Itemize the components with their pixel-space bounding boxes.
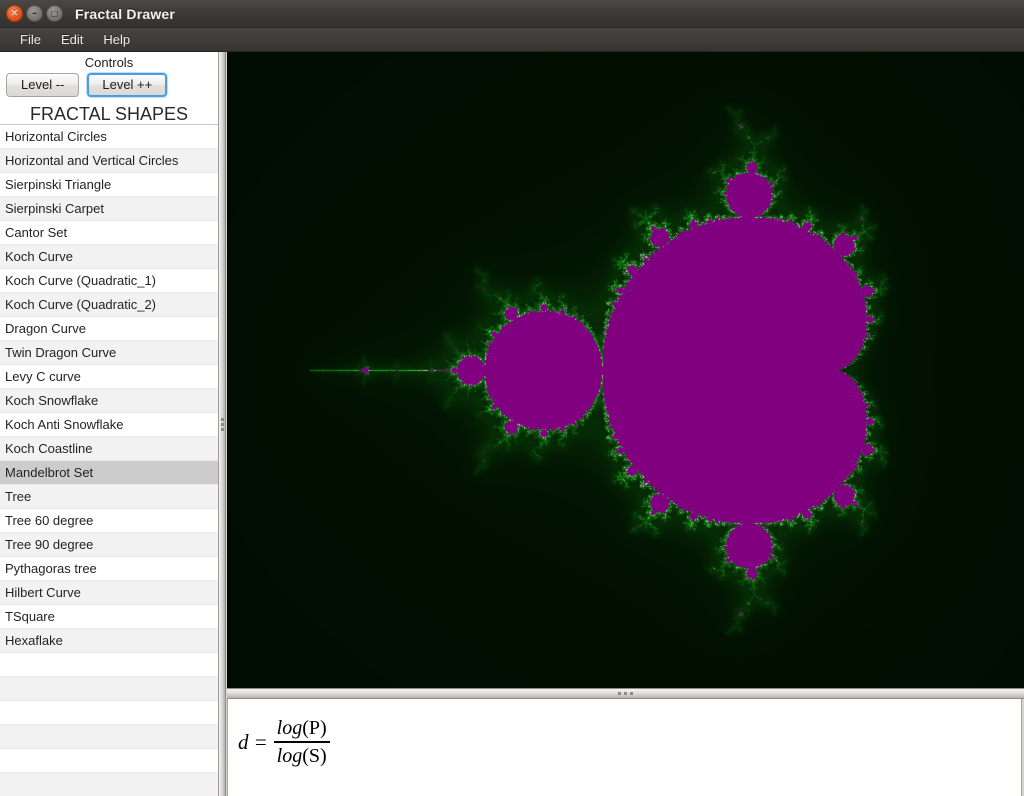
list-item[interactable]: Horizontal and Vertical Circles	[0, 149, 218, 173]
fractal-canvas-container[interactable]	[227, 52, 1024, 688]
list-item-empty[interactable]	[0, 701, 218, 725]
minimize-icon: –	[32, 7, 37, 19]
list-item-label: Hilbert Curve	[5, 585, 81, 600]
list-item[interactable]: Sierpinski Carpet	[0, 197, 218, 221]
list-item-label: Hexaflake	[5, 633, 63, 648]
list-item[interactable]: Dragon Curve	[0, 317, 218, 341]
list-item-empty[interactable]	[0, 725, 218, 749]
formula-denominator: log(S)	[274, 743, 330, 768]
list-item-label: Horizontal Circles	[5, 129, 107, 144]
close-icon: ✕	[10, 7, 19, 19]
list-item[interactable]: Mandelbrot Set	[0, 461, 218, 485]
list-item[interactable]: Koch Curve (Quadratic_2)	[0, 293, 218, 317]
list-item-label: Twin Dragon Curve	[5, 345, 117, 360]
formula-lhs: d	[238, 730, 249, 754]
vertical-splitter-handle-icon	[220, 417, 224, 431]
menu-item-edit[interactable]: Edit	[51, 30, 93, 49]
list-item[interactable]: Koch Coastline	[0, 437, 218, 461]
list-item-label: Tree 90 degree	[5, 537, 94, 552]
list-item-label: Koch Snowflake	[5, 393, 99, 408]
horizontal-splitter[interactable]	[227, 688, 1024, 699]
close-button[interactable]: ✕	[6, 5, 23, 22]
list-item-empty[interactable]	[0, 677, 218, 701]
list-item[interactable]: Koch Snowflake	[0, 389, 218, 413]
menu-item-help[interactable]: Help	[93, 30, 140, 49]
formula-panel: d = log(P) log(S)	[227, 699, 1022, 796]
list-item[interactable]: Hexaflake	[0, 629, 218, 653]
list-item[interactable]: Tree 90 degree	[0, 533, 218, 557]
list-item[interactable]: Koch Anti Snowflake	[0, 413, 218, 437]
fractal-canvas[interactable]	[227, 52, 1024, 688]
title-bar: ✕ – □ Fractal Drawer	[0, 0, 1024, 28]
level-up-button[interactable]: Level ++	[87, 73, 168, 97]
fractal-shapes-list[interactable]: Horizontal Circles Horizontal and Vertica…	[0, 124, 218, 796]
maximize-icon: □	[50, 8, 59, 18]
window-title: Fractal Drawer	[75, 5, 176, 22]
list-item[interactable]: Koch Curve	[0, 245, 218, 269]
list-item-label: Sierpinski Triangle	[5, 177, 112, 192]
list-item-empty[interactable]	[0, 749, 218, 773]
list-item-empty[interactable]	[0, 773, 218, 796]
list-item-label: Tree	[5, 489, 32, 504]
left-panel: Controls Level -- Level ++ FRACTAL SHAPE…	[0, 52, 219, 796]
menu-item-file[interactable]: File	[10, 30, 51, 49]
list-item[interactable]: Horizontal Circles	[0, 125, 218, 149]
list-item-label: Koch Curve (Quadratic_2)	[5, 297, 157, 312]
list-item[interactable]: Levy C curve	[0, 365, 218, 389]
formula-numerator: log(P)	[274, 717, 330, 741]
list-item-label: Levy C curve	[5, 369, 81, 384]
formula-equals: =	[253, 730, 268, 754]
right-panel: d = log(P) log(S)	[227, 52, 1024, 796]
list-item-label: TSquare	[5, 609, 55, 624]
window-button-group: ✕ – □	[6, 5, 63, 22]
maximize-button[interactable]: □	[46, 5, 63, 22]
formula-numerator-fn: log	[276, 717, 303, 739]
menu-bar: File Edit Help	[0, 28, 1024, 52]
formula-numerator-arg: (P)	[302, 717, 327, 739]
controls-header: Controls	[0, 52, 218, 72]
application-window: ✕ – □ Fractal Drawer File Edit Help Cont…	[0, 0, 1024, 796]
list-item-label: Tree 60 degree	[5, 513, 94, 528]
list-item-label: Koch Coastline	[5, 441, 93, 456]
formula-denominator-fn: log	[276, 745, 303, 767]
list-item-label: Sierpinski Carpet	[5, 201, 104, 216]
list-item[interactable]: Tree	[0, 485, 218, 509]
main-content: Controls Level -- Level ++ FRACTAL SHAPE…	[0, 52, 1024, 796]
list-item-label: Pythagoras tree	[5, 561, 97, 576]
minimize-button[interactable]: –	[26, 5, 43, 22]
list-item[interactable]: Hilbert Curve	[0, 581, 218, 605]
formula-denominator-arg: (S)	[302, 745, 327, 767]
list-item-label: Koch Curve	[5, 249, 73, 264]
list-item-empty[interactable]	[0, 653, 218, 677]
list-item[interactable]: Pythagoras tree	[0, 557, 218, 581]
list-item-label: Mandelbrot Set	[5, 465, 94, 480]
list-item-label: Horizontal and Vertical Circles	[5, 153, 179, 168]
list-item-label: Koch Curve (Quadratic_1)	[5, 273, 157, 288]
formula-fraction: log(P) log(S)	[273, 717, 330, 768]
list-item[interactable]: Sierpinski Triangle	[0, 173, 218, 197]
level-down-button[interactable]: Level --	[6, 73, 80, 97]
list-item-label: Cantor Set	[5, 225, 68, 240]
list-item-label: Dragon Curve	[5, 321, 86, 336]
list-item[interactable]: Tree 60 degree	[0, 509, 218, 533]
list-item[interactable]: TSquare	[0, 605, 218, 629]
list-item[interactable]: Twin Dragon Curve	[0, 341, 218, 365]
vertical-splitter[interactable]	[219, 52, 226, 796]
controls-button-row: Level -- Level ++	[0, 72, 218, 100]
dimension-formula: d = log(P) log(S)	[238, 717, 330, 768]
list-item[interactable]: Cantor Set	[0, 221, 218, 245]
list-item-label: Koch Anti Snowflake	[5, 417, 124, 432]
horizontal-splitter-handle-icon	[618, 692, 633, 695]
list-item[interactable]: Koch Curve (Quadratic_1)	[0, 269, 218, 293]
